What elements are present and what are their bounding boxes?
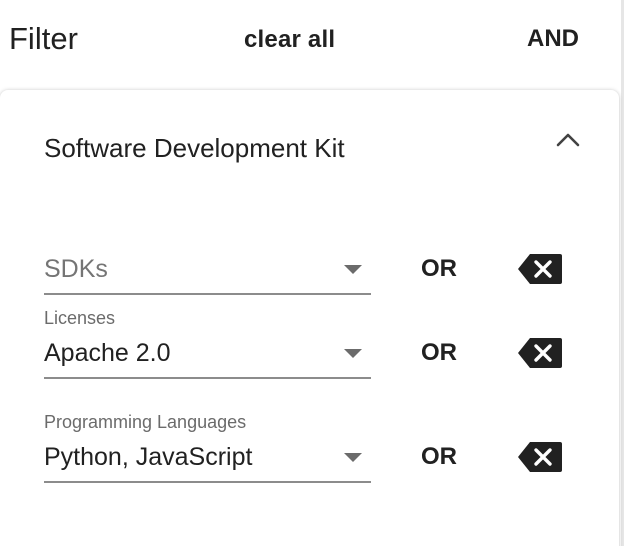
licenses-value: Apache 2.0 [44,339,171,367]
languages-or-toggle[interactable]: OR [421,441,457,473]
sdk-filter-card: Software Development Kit SDKs OR License… [0,90,619,546]
backspace-icon[interactable] [517,337,563,369]
languages-value: Python, JavaScript [44,443,253,471]
licenses-label: Licenses [44,308,116,328]
dropdown-arrow-icon[interactable] [344,453,362,462]
filter-row-languages: Programming Languages Python, JavaScript… [44,412,604,495]
section-title: Software Development Kit [44,133,345,163]
licenses-underline [44,377,371,379]
filter-row-licenses: Licenses Apache 2.0 OR [44,308,604,391]
licenses-select[interactable]: Licenses Apache 2.0 [44,307,371,387]
filter-row-sdks: SDKs OR [44,223,604,303]
dropdown-arrow-icon[interactable] [344,265,362,274]
languages-select[interactable]: Programming Languages Python, JavaScript [44,411,371,491]
languages-underline [44,481,371,483]
backspace-icon[interactable] [517,253,563,285]
languages-label: Programming Languages [44,412,247,432]
sdks-select[interactable]: SDKs [44,223,371,303]
dropdown-arrow-icon[interactable] [344,349,362,358]
chevron-up-icon[interactable] [552,128,584,152]
sdks-placeholder: SDKs [44,255,108,283]
filter-panel: Filter clear all AND Software Developmen… [0,0,624,546]
and-operator-toggle[interactable]: AND [527,24,579,54]
licenses-or-toggle[interactable]: OR [421,337,457,369]
sdks-underline [44,293,371,295]
sdks-or-toggle[interactable]: OR [421,253,457,285]
filter-title: Filter [9,21,78,56]
backspace-icon[interactable] [517,441,563,473]
clear-all-button[interactable]: clear all [244,25,335,55]
